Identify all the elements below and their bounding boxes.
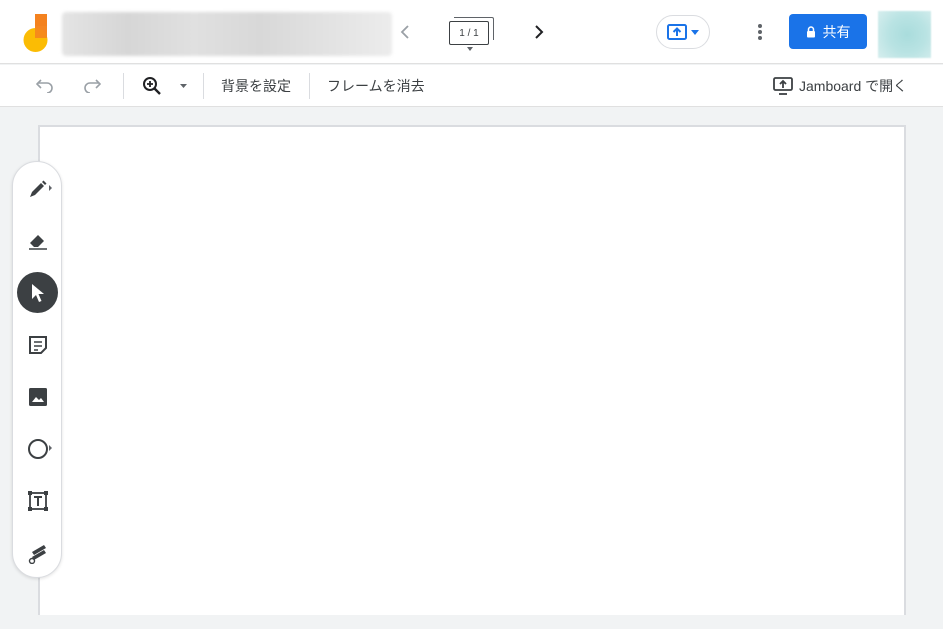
toolbar-divider [309, 73, 310, 99]
chevron-right-icon [535, 25, 544, 39]
caret-down-icon [467, 47, 473, 51]
more-vert-icon [758, 24, 762, 40]
zoom-in-icon [143, 77, 161, 95]
frames-button[interactable]: 1 / 1 [446, 14, 498, 54]
text-box-tool-button[interactable] [17, 480, 58, 521]
undo-icon [36, 79, 53, 93]
toolbar-divider [123, 73, 124, 99]
redo-button[interactable] [80, 74, 104, 98]
image-tool-button[interactable] [17, 376, 58, 417]
chevron-left-icon [400, 25, 409, 39]
top-app-bar: 1 / 1 共有 [0, 0, 943, 64]
laser-icon [28, 544, 46, 564]
zoom-menu-button[interactable] [172, 74, 194, 98]
sticky-note-icon [28, 335, 47, 354]
document-title-input[interactable] [62, 12, 392, 56]
account-avatar[interactable] [878, 11, 931, 58]
clear-frame-button[interactable]: フレームを消去 [327, 76, 425, 96]
caret-right-icon [49, 445, 52, 451]
share-button-label: 共有 [822, 23, 851, 40]
select-tool-button[interactable] [17, 272, 58, 313]
more-options-button[interactable] [748, 20, 772, 44]
present-icon [667, 24, 687, 40]
open-in-jamboard-button[interactable]: Jamboard で開く [773, 74, 907, 98]
redo-icon [84, 79, 101, 93]
next-frame-button[interactable] [527, 20, 551, 44]
open-in-jamboard-icon [773, 77, 793, 95]
eraser-icon [28, 234, 47, 250]
eraser-tool-button[interactable] [17, 220, 58, 261]
previous-frame-button[interactable] [393, 20, 417, 44]
laser-tool-button[interactable] [17, 532, 58, 573]
lock-icon [806, 25, 815, 37]
shape-tool-button[interactable] [17, 428, 58, 469]
caret-right-icon [49, 185, 52, 191]
zoom-button[interactable] [140, 74, 164, 98]
sticky-note-tool-button[interactable] [17, 324, 58, 365]
pen-icon [29, 180, 46, 197]
edit-toolbar: 背景を設定 フレームを消去 Jamboard で開く [0, 65, 943, 107]
pen-tool-button[interactable] [17, 168, 58, 209]
undo-button[interactable] [33, 74, 57, 98]
open-in-jamboard-label: Jamboard で開く [799, 78, 908, 94]
image-icon [28, 387, 47, 406]
toolbar-divider [203, 73, 204, 99]
present-button[interactable] [656, 15, 710, 49]
caret-down-icon [691, 29, 699, 35]
tool-rail [12, 161, 62, 578]
select-cursor-icon [31, 283, 44, 302]
jamboard-logo-icon[interactable] [22, 13, 52, 53]
set-background-button[interactable]: 背景を設定 [221, 76, 291, 96]
circle-icon [27, 438, 48, 459]
share-button[interactable]: 共有 [789, 14, 867, 49]
frame-counter: 1 / 1 [449, 21, 489, 45]
text-box-icon [27, 490, 48, 511]
whiteboard-canvas[interactable] [38, 125, 906, 615]
caret-down-icon [179, 84, 187, 88]
